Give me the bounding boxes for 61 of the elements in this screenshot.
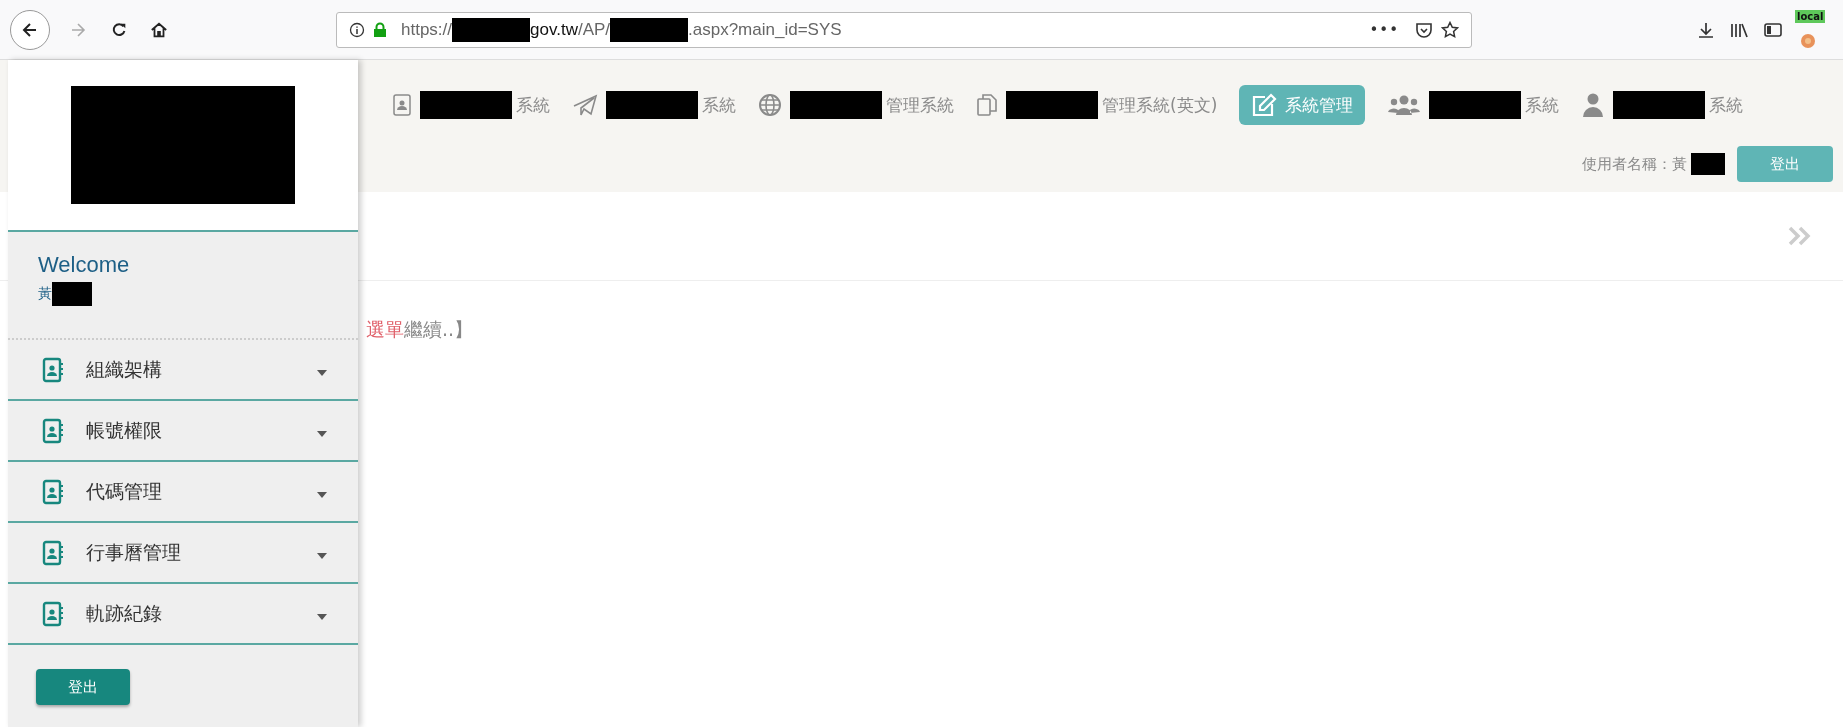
sidebar-icon[interactable] bbox=[1763, 20, 1783, 39]
nav-label: 系統 bbox=[1525, 93, 1560, 117]
url-text: .aspx?main_id=SYS bbox=[688, 19, 842, 40]
nav-item[interactable]: 管理系統(英文) bbox=[976, 91, 1218, 119]
nav-item[interactable]: 系統 bbox=[572, 91, 736, 119]
notice-highlight: 選單 bbox=[366, 318, 404, 340]
caret-icon bbox=[316, 429, 328, 438]
nav-label: 系統 bbox=[516, 93, 550, 117]
sidebar-menu-item[interactable]: 代碼管理 bbox=[8, 462, 358, 523]
user-name-label: 使用者名稱：黃 bbox=[1582, 154, 1687, 174]
download-icon[interactable] bbox=[1697, 20, 1715, 39]
redaction-block bbox=[1691, 153, 1725, 175]
nav-label: 管理系統(英文) bbox=[1102, 93, 1218, 117]
edit-icon bbox=[1251, 93, 1278, 117]
redaction-block bbox=[52, 282, 92, 306]
page-actions-menu[interactable]: ••• bbox=[1369, 20, 1399, 39]
sidebar-menu-item[interactable]: 行事曆管理 bbox=[8, 523, 358, 584]
url-domain: gov.tw bbox=[530, 19, 578, 40]
nav-label: 系統 bbox=[1709, 93, 1744, 117]
globe-icon bbox=[758, 93, 782, 117]
users-icon bbox=[1387, 94, 1422, 116]
copy-icon bbox=[976, 93, 998, 117]
caret-icon bbox=[316, 490, 328, 499]
welcome-title: Welcome bbox=[38, 252, 131, 278]
url-text: https:// bbox=[401, 19, 453, 40]
user-icon bbox=[1581, 92, 1606, 118]
contact-card-icon bbox=[42, 417, 64, 444]
contact-card-icon bbox=[392, 94, 412, 116]
nav-label: 管理系統 bbox=[886, 93, 954, 117]
caret-icon bbox=[316, 612, 328, 621]
nav-item[interactable]: 系統 bbox=[1581, 91, 1744, 119]
user-name: 黃 bbox=[38, 285, 52, 303]
sidebar-menu-item[interactable]: 軌跡紀錄 bbox=[8, 584, 358, 645]
url-text: /AP/ bbox=[577, 19, 611, 40]
url-field[interactable]: https:// gov.tw/AP/ .aspx?main_id=SYS ••• bbox=[336, 11, 1472, 48]
home-icon bbox=[150, 20, 168, 39]
contact-card-icon bbox=[42, 478, 64, 505]
star-icon[interactable] bbox=[1441, 20, 1459, 39]
info-icon bbox=[349, 21, 365, 38]
sidebar-menu-item[interactable]: 組織架構 bbox=[8, 340, 358, 401]
pocket-icon[interactable] bbox=[1415, 20, 1433, 39]
nav-item[interactable]: 系統 bbox=[1387, 91, 1560, 119]
nav-label: 系統 bbox=[702, 93, 736, 117]
paper-plane-icon bbox=[572, 94, 598, 116]
back-button[interactable] bbox=[10, 9, 50, 50]
caret-icon bbox=[316, 551, 328, 560]
contact-card-icon bbox=[42, 600, 64, 627]
caret-icon bbox=[316, 368, 328, 377]
logout-button[interactable]: 登出 bbox=[36, 669, 130, 705]
nav-item[interactable]: 管理系統 bbox=[758, 91, 954, 119]
logout-button[interactable]: 登出 bbox=[1737, 146, 1833, 182]
nav-item[interactable]: 系統管理 bbox=[1239, 85, 1366, 125]
nav-label: 系統管理 bbox=[1285, 93, 1354, 117]
notice-text: 繼續..】 bbox=[404, 318, 474, 340]
lock-icon bbox=[373, 21, 387, 38]
sidebar-menu-item[interactable]: 帳號權限 bbox=[8, 401, 358, 462]
nav-item[interactable]: 系統 bbox=[392, 91, 550, 119]
contact-card-icon bbox=[42, 356, 64, 383]
extension-badge: local bbox=[1795, 9, 1826, 23]
reload-icon bbox=[110, 20, 128, 39]
contact-card-icon bbox=[42, 539, 64, 566]
